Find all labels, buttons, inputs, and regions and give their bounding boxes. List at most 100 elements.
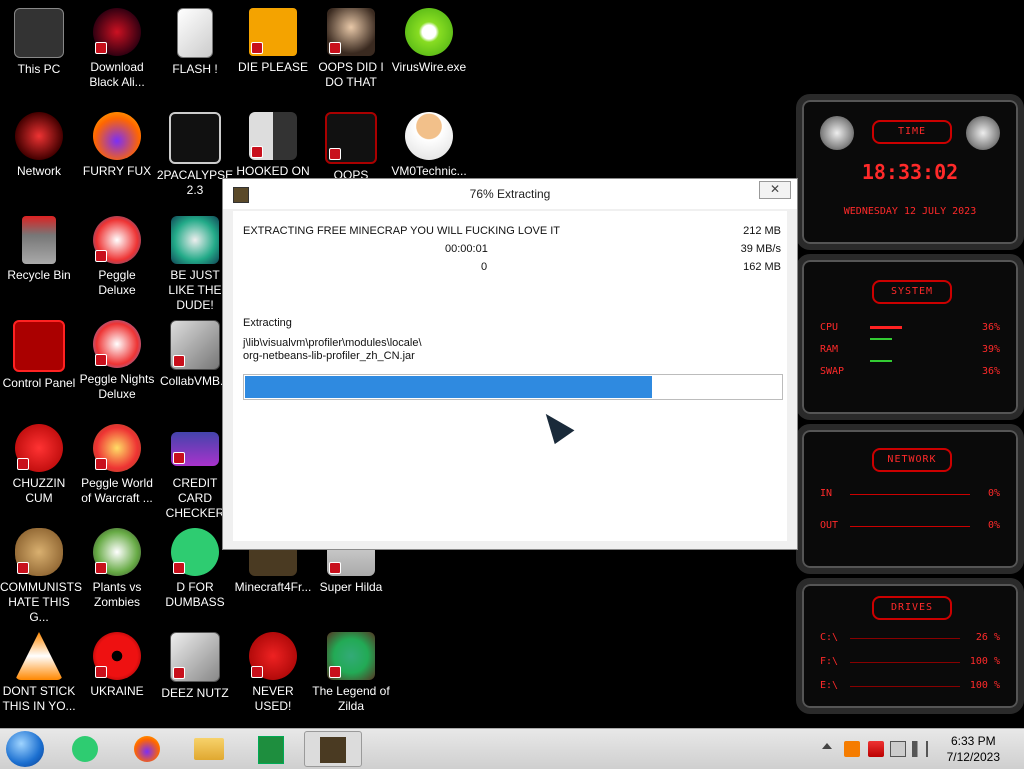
time-title: TIME (872, 120, 952, 144)
tray-volume-icon[interactable] (912, 741, 928, 757)
google-docs-icon (171, 528, 219, 576)
portrait-icon (327, 8, 375, 56)
peggle-wow-icon (93, 424, 141, 472)
shortcut-overlay-icon (17, 562, 29, 574)
tray-app-icon[interactable] (844, 741, 860, 757)
chuzzle-icon (15, 424, 63, 472)
desktop-icon-communists[interactable]: COMMUNISTS HATE THIS G... (0, 528, 82, 625)
current-path-line2: org-netbeans-lib-profiler_zh_CN.jar (243, 350, 415, 362)
money-bag-icon (15, 528, 63, 576)
desktop-icon-oops[interactable]: OOPS (312, 112, 390, 183)
desktop-icon-flash[interactable]: FLASH ! (156, 8, 234, 77)
shortcut-overlay-icon (95, 42, 107, 54)
desktop-icon-control-panel[interactable]: Control Panel (0, 320, 78, 391)
hook-icon (249, 112, 297, 160)
desktop-icon-oops-did-i-do-that[interactable]: OOPS DID I DO THAT (312, 8, 390, 90)
taskbar-google-docs[interactable] (58, 731, 112, 767)
icon-label: HOOKED ON (236, 164, 310, 178)
desktop-icon-dont-stick[interactable]: DONT STICK THIS IN YO... (0, 632, 78, 714)
desktop-icon-peggle-wow[interactable]: Peggle World of Warcraft ... (78, 424, 156, 506)
shortcut-overlay-icon (173, 452, 185, 464)
cpu-value: 36% (981, 322, 1000, 333)
drive3-bar (850, 686, 960, 687)
icon-label: The Legend of Zilda (312, 684, 390, 713)
desktop-icon-ukraine[interactable]: UKRAINE (78, 632, 156, 699)
swap-value: 36% (981, 366, 1000, 377)
icon-label: DIE PLEASE (237, 60, 309, 74)
taskbar-clock[interactable]: 6:33 PM 7/12/2023 (947, 733, 1000, 765)
taskbar-firefox[interactable] (120, 731, 174, 767)
desktop-icon-never-used[interactable]: NEVER USED! (234, 632, 312, 714)
taskbar: 6:33 PM 7/12/2023 (0, 728, 1024, 769)
alien-head-right-icon (966, 116, 1000, 150)
desktop-icon-viruswire[interactable]: VirusWire.exe (390, 8, 468, 75)
extract-heading: EXTRACTING FREE MINECRAP YOU WILL FUCKIN… (243, 225, 561, 237)
desktop-icon-chuzzin[interactable]: CHUZZIN CUM (0, 424, 78, 506)
current-path-line1: j\lib\visualvm\profiler\modules\locale\ (243, 337, 422, 349)
cpu-label: CPU (820, 322, 839, 333)
taskbar-file-explorer[interactable] (182, 731, 236, 767)
icon-label: UKRAINE (90, 684, 144, 698)
tray-network-icon[interactable] (890, 741, 906, 757)
shortcut-overlay-icon (173, 355, 185, 367)
desktop-icon-deez-nutz[interactable]: DEEZ NUTZ (156, 632, 234, 701)
desktop-icon-recycle-bin[interactable]: Recycle Bin (0, 216, 78, 283)
desktop-icon-legend-of-zilda[interactable]: The Legend of Zilda (312, 632, 390, 714)
desktop-icon-peggle-nights[interactable]: Peggle Nights Deluxe (78, 320, 156, 402)
time-display: 18:33:02 (861, 160, 959, 184)
dev-cpp-icon (249, 632, 297, 680)
zelda-icon (327, 632, 375, 680)
calculator-icon (258, 736, 284, 764)
drive3-value: 100 % (969, 680, 1000, 691)
icon-label: Minecraft4Fr... (234, 580, 312, 594)
shortcut-overlay-icon (329, 666, 341, 678)
shortcut-overlay-icon (251, 666, 263, 678)
network-out-graph (850, 526, 970, 527)
desktop-icon-die-please[interactable]: DIE PLEASE (234, 8, 312, 75)
dialog-content: EXTRACTING FREE MINECRAP YOU WILL FUCKIN… (233, 211, 787, 541)
desktop-icon-network[interactable]: Network (0, 112, 78, 179)
taskbar-calculator[interactable] (244, 731, 298, 767)
die-icon (249, 8, 297, 56)
desktop-icon-plants-vs-zombies[interactable]: Plants vs Zombies (78, 528, 156, 610)
desktop-icon-hooked-on[interactable]: HOOKED ON (234, 112, 312, 179)
ram-label: RAM (820, 344, 839, 355)
firefox-icon (134, 736, 160, 762)
icon-label: Peggle World of Warcraft ... (81, 476, 153, 505)
monitor-icon (170, 320, 220, 370)
game-icon (171, 216, 219, 264)
size-processed: 162 MB (743, 261, 781, 273)
tray-expand-chevron-icon[interactable] (822, 743, 832, 749)
radiation-icon (93, 632, 141, 680)
icon-label: CHUZZIN CUM (12, 476, 66, 505)
icon-label: Recycle Bin (7, 268, 71, 282)
desktop-icon-peggle-deluxe[interactable]: Peggle Deluxe (78, 216, 156, 298)
close-button[interactable]: ✕ (759, 181, 791, 199)
drive1-label: C:\ (820, 632, 839, 643)
ram-value: 39% (981, 344, 1000, 355)
limewire-icon (405, 8, 453, 56)
icon-label: DEEZ NUTZ (161, 686, 229, 700)
control-panel-icon (13, 320, 65, 372)
status-label: Extracting (243, 317, 292, 329)
taskbar-minecraft-extractor[interactable] (304, 731, 362, 767)
icon-label: DONT STICK THIS IN YO... (2, 684, 76, 713)
desktop-icon-furry-fux[interactable]: FURRY FUX (78, 112, 156, 179)
system-panel: SYSTEM CPU 36% RAM 39% SWAP 36% (796, 254, 1024, 420)
drive2-label: F:\ (820, 656, 839, 667)
shortcut-overlay-icon (329, 148, 341, 160)
icon-label: VirusWire.exe (391, 60, 467, 74)
tray-security-icon[interactable] (868, 741, 884, 757)
desktop-icon-download-black-ali[interactable]: Download Black Ali... (78, 8, 156, 90)
desktop-icon-vm0technic[interactable]: VM0Technic... (390, 112, 468, 179)
start-button[interactable] (6, 731, 44, 767)
shortcut-overlay-icon (17, 458, 29, 470)
extract-dialog[interactable]: 76% Extracting ✕ EXTRACTING FREE MINECRA… (222, 178, 798, 550)
dialog-titlebar[interactable]: 76% Extracting ✕ (223, 179, 797, 209)
system-tray: 6:33 PM 7/12/2023 (814, 729, 1024, 769)
shortcut-overlay-icon (95, 562, 107, 574)
icon-label: Peggle Deluxe (98, 268, 136, 297)
icon-label: FLASH ! (172, 62, 218, 76)
recycle-bin-icon (22, 216, 56, 264)
desktop-icon-this-pc[interactable]: This PC (0, 8, 78, 77)
